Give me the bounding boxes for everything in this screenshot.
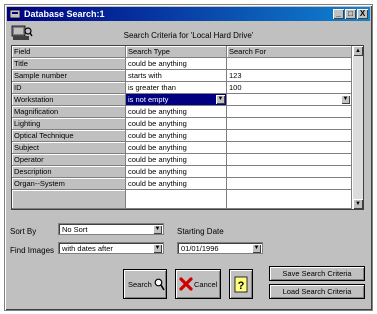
sort-by-value: No Sort <box>62 225 88 234</box>
row-value-empty <box>227 190 352 209</box>
chevron-down-icon[interactable]: ▼ <box>216 95 225 104</box>
table-row[interactable]: Description could be anything <box>12 166 352 178</box>
row-field: Lighting <box>12 118 126 130</box>
starting-date-label: Starting Date <box>177 227 224 236</box>
row-search-value[interactable] <box>227 106 352 118</box>
row-search-value[interactable] <box>227 118 352 130</box>
row-search-type[interactable]: could be anything <box>126 130 227 142</box>
maximize-button[interactable]: □ <box>345 9 356 19</box>
search-button[interactable]: Search <box>123 269 167 299</box>
table-row[interactable]: ID is greater than 100 <box>12 82 352 94</box>
magnifier-icon <box>154 278 165 291</box>
row-search-value[interactable] <box>227 178 352 190</box>
row-search-value[interactable] <box>227 166 352 178</box>
header-search-type[interactable]: Search Type <box>126 46 227 58</box>
table-row[interactable]: Organ--System could be anything <box>12 178 352 190</box>
row-type-empty <box>126 190 227 209</box>
row-search-value[interactable] <box>227 130 352 142</box>
row-field: Operator <box>12 154 126 166</box>
row-search-type[interactable]: could be anything <box>126 58 227 70</box>
search-button-label: Search <box>128 280 152 289</box>
chevron-down-icon[interactable]: ▼ <box>153 225 162 234</box>
starting-date-dropdown[interactable]: 01/01/1996 ▼ <box>177 242 263 254</box>
chevron-down-icon[interactable]: ▼ <box>341 95 350 104</box>
row-field-empty <box>12 190 126 209</box>
table-row[interactable]: Title could be anything <box>12 58 352 70</box>
search-type-value: is not empty <box>128 95 169 104</box>
row-search-type[interactable]: could be anything <box>126 154 227 166</box>
help-icon: ? <box>234 276 248 293</box>
table-row[interactable]: Magnification could be anything <box>12 106 352 118</box>
row-search-type[interactable]: could be anything <box>126 178 227 190</box>
row-field: Magnification <box>12 106 126 118</box>
chevron-down-icon[interactable]: ▼ <box>252 244 261 253</box>
help-button[interactable]: ? <box>229 269 253 299</box>
row-search-value[interactable] <box>227 142 352 154</box>
table-row-empty <box>12 190 352 209</box>
row-field: Optical Technique <box>12 130 126 142</box>
find-images-dropdown[interactable]: with dates after ▼ <box>58 242 164 254</box>
header-field[interactable]: Field <box>12 46 126 58</box>
table-row[interactable]: Sample number starts with 123 <box>12 70 352 82</box>
row-field: Description <box>12 166 126 178</box>
cancel-button[interactable]: Cancel <box>175 269 221 299</box>
table-row-selected[interactable]: Workstation is not empty ▼ ▼ <box>12 94 352 106</box>
load-search-criteria-button[interactable]: Load Search Criteria <box>269 284 365 299</box>
row-field: Subject <box>12 142 126 154</box>
row-search-value[interactable] <box>227 58 352 70</box>
cancel-button-label: Cancel <box>194 280 218 289</box>
row-search-value[interactable] <box>227 154 352 166</box>
row-search-type[interactable]: could be anything <box>126 166 227 178</box>
header-search-for[interactable]: Search For <box>227 46 352 58</box>
database-search-window: Database Search:1 _ □ X Search Criteria … <box>4 4 373 311</box>
row-search-type[interactable]: could be anything <box>126 106 227 118</box>
cancel-x-icon <box>179 277 193 291</box>
row-field: ID <box>12 82 126 94</box>
table-row[interactable]: Optical Technique could be anything <box>12 130 352 142</box>
grid-header: Field Search Type Search For <box>12 46 352 58</box>
title-bar[interactable]: Database Search:1 _ □ X <box>7 7 370 21</box>
search-value-dropdown[interactable]: ▼ <box>227 94 352 106</box>
row-search-value[interactable]: 123 <box>227 70 352 82</box>
app-icon[interactable] <box>10 9 20 19</box>
scroll-down-button[interactable]: ▼ <box>353 199 363 209</box>
row-search-type[interactable]: starts with <box>126 70 227 82</box>
row-field: Title <box>12 58 126 70</box>
row-search-type[interactable]: could be anything <box>126 118 227 130</box>
search-type-dropdown[interactable]: is not empty ▼ <box>126 94 227 106</box>
sort-by-dropdown[interactable]: No Sort ▼ <box>58 223 164 235</box>
svg-text:?: ? <box>238 280 245 292</box>
row-field: Sample number <box>12 70 126 82</box>
table-row[interactable]: Subject could be anything <box>12 142 352 154</box>
window-title: Database Search:1 <box>24 9 105 19</box>
row-search-type[interactable]: is greater than <box>126 82 227 94</box>
close-button[interactable]: X <box>357 9 368 19</box>
find-images-label: Find Images <box>10 246 55 255</box>
chevron-down-icon[interactable]: ▼ <box>153 244 162 253</box>
row-field: Workstation <box>12 94 126 106</box>
row-field: Organ--System <box>12 178 126 190</box>
table-row[interactable]: Lighting could be anything <box>12 118 352 130</box>
vertical-scrollbar[interactable]: ▲ ▼ <box>353 46 363 209</box>
starting-date-value: 01/01/1996 <box>181 244 219 253</box>
save-search-criteria-button[interactable]: Save Search Criteria <box>269 266 365 281</box>
minimize-button[interactable]: _ <box>333 9 344 19</box>
find-images-value: with dates after <box>62 244 113 253</box>
search-criteria-grid: Field Search Type Search For Title could… <box>11 45 364 210</box>
criteria-title: Search Criteria for 'Local Hard Drive' <box>123 31 254 40</box>
table-row[interactable]: Operator could be anything <box>12 154 352 166</box>
scroll-up-button[interactable]: ▲ <box>353 46 363 56</box>
row-search-type[interactable]: could be anything <box>126 142 227 154</box>
row-search-value[interactable]: 100 <box>227 82 352 94</box>
sort-by-label: Sort By <box>10 227 37 236</box>
